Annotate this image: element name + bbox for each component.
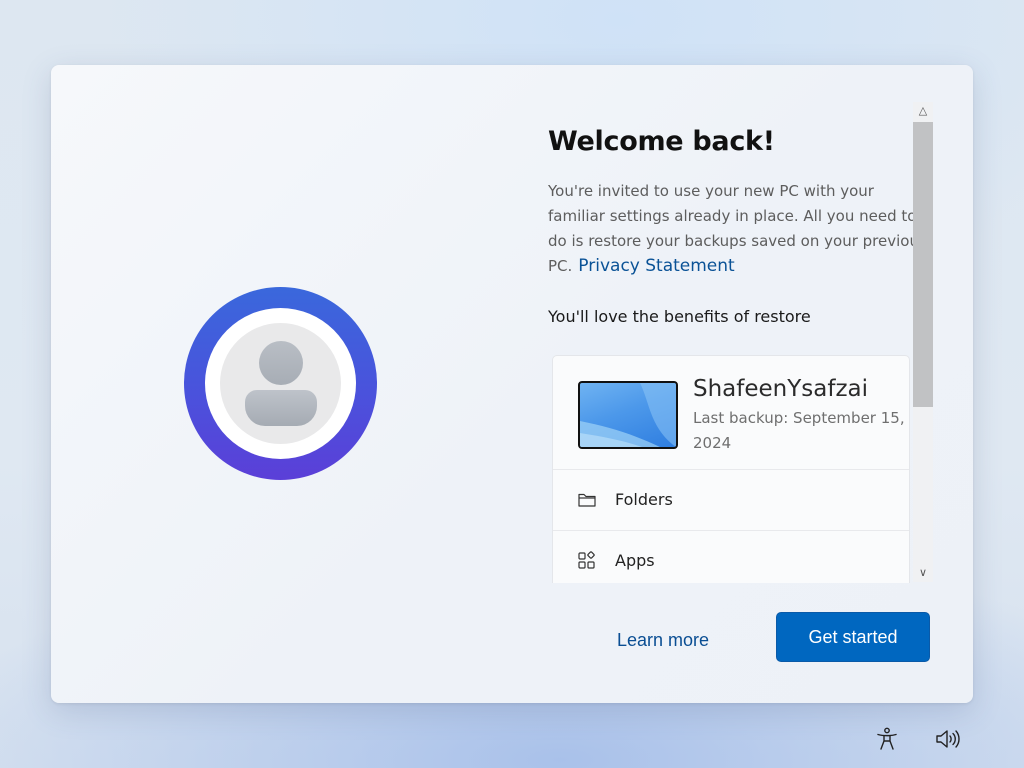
welcome-description: You're invited to use your new PC with y… bbox=[548, 179, 933, 279]
benefits-heading: You'll love the benefits of restore bbox=[548, 307, 811, 326]
list-item-label: Apps bbox=[615, 551, 655, 570]
list-item-label: Folders bbox=[615, 490, 673, 509]
scroll-thumb[interactable] bbox=[913, 122, 933, 407]
get-started-button[interactable]: Get started bbox=[776, 612, 930, 662]
content-scrollbar[interactable]: △ ∨ bbox=[913, 102, 933, 582]
content-pane: Welcome back! You're invited to use your… bbox=[548, 123, 933, 583]
folder-icon bbox=[578, 493, 596, 507]
device-name: ShafeenYsafzai bbox=[693, 376, 869, 402]
device-thumbnail-icon bbox=[578, 381, 678, 449]
chevron-down-icon[interactable]: ∨ bbox=[913, 564, 933, 582]
privacy-statement-link[interactable]: Privacy Statement bbox=[578, 256, 734, 276]
page-title: Welcome back! bbox=[548, 126, 775, 157]
volume-icon[interactable] bbox=[934, 726, 960, 752]
last-backup-date: Last backup: September 15, 2024 bbox=[693, 409, 905, 452]
accessibility-icon[interactable] bbox=[874, 726, 900, 752]
person-icon bbox=[220, 323, 341, 444]
backup-card: ShafeenYsafzai Last backup: September 15… bbox=[552, 355, 910, 583]
chevron-up-icon[interactable]: △ bbox=[913, 102, 933, 120]
learn-more-button[interactable]: Learn more bbox=[598, 625, 728, 655]
apps-icon bbox=[578, 551, 595, 569]
list-item-apps: Apps bbox=[553, 530, 909, 583]
oobe-dialog: Welcome back! You're invited to use your… bbox=[51, 65, 973, 703]
list-item-folders: Folders bbox=[553, 469, 909, 530]
user-avatar bbox=[184, 287, 377, 480]
